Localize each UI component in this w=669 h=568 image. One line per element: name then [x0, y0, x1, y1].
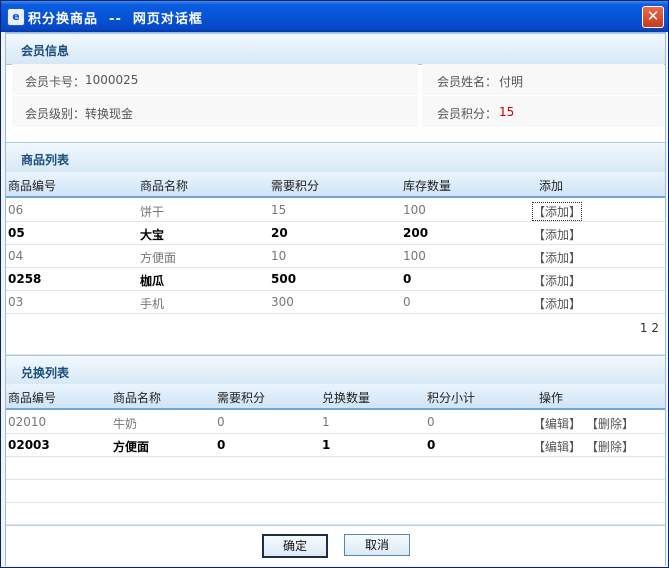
empty-row — [6, 480, 665, 503]
close-icon: ✕ — [646, 7, 660, 25]
col-code: 商品编号 — [8, 391, 57, 405]
ok-button[interactable]: 确定 — [262, 534, 328, 558]
col-add: 添加 — [539, 179, 564, 193]
col-points: 需要积分 — [217, 391, 266, 405]
add-link[interactable]: 【添加】 — [533, 226, 581, 243]
col-subtotal: 积分小计 — [427, 391, 476, 405]
table-row: 04 方便面 10 100 【添加】 — [6, 245, 665, 268]
edit-link[interactable]: 【编辑】 — [533, 438, 581, 455]
add-link[interactable]: 【添加】 — [533, 272, 581, 289]
name-label: 会员姓名： — [437, 75, 498, 89]
delete-link[interactable]: 【删除】 — [586, 438, 634, 455]
exchange-list-title: 兑换列表 — [21, 366, 70, 380]
member-info-title: 会员信息 — [21, 44, 70, 58]
add-link[interactable]: 【添加】 — [533, 295, 581, 312]
dialog-body: 会员信息 会员卡号： 1000025 会员姓名： 付明 会员级别： 转换现金 会… — [5, 32, 666, 566]
points-label: 会员积分： — [437, 107, 498, 121]
pagination: 1 2 — [640, 321, 659, 335]
product-list-header: 商品列表 — [6, 142, 665, 174]
table-row: 02010 牛奶 0 1 0 【编辑】 【删除】 — [6, 411, 665, 434]
col-points: 需要积分 — [271, 179, 320, 193]
product-list-title: 商品列表 — [21, 153, 70, 167]
level-label: 会员级别： — [25, 107, 86, 121]
col-actions: 操作 — [539, 391, 564, 405]
table-row: 0258 枷瓜 500 0 【添加】 — [6, 268, 665, 291]
empty-row — [6, 503, 665, 525]
add-link[interactable]: 【添加】 — [531, 202, 583, 221]
delete-link[interactable]: 【删除】 — [586, 415, 634, 432]
card-label: 会员卡号： — [25, 75, 86, 89]
cancel-button[interactable]: 取消 — [344, 534, 410, 556]
level-value: 转换现金 — [85, 107, 134, 121]
table-row: 06 饼干 15 100 【添加】 — [6, 199, 665, 222]
button-bar: 确定 取消 — [6, 525, 665, 566]
exchange-list-header: 兑换列表 — [6, 355, 665, 387]
window-title: 积分换商品 -- 网页对话框 — [28, 12, 203, 27]
table-row: 05 大宝 20 200 【添加】 — [6, 222, 665, 245]
col-qty: 兑换数量 — [322, 391, 371, 405]
page-2-link[interactable]: 2 — [651, 321, 659, 335]
card-value: 1000025 — [85, 73, 139, 87]
name-value: 付明 — [499, 75, 524, 89]
close-button[interactable]: ✕ — [642, 6, 664, 28]
member-row-2: 会员级别： 转换现金 会员积分： 15 — [6, 96, 665, 127]
edit-link[interactable]: 【编辑】 — [533, 415, 581, 432]
col-stock: 库存数量 — [403, 179, 452, 193]
points-value: 15 — [499, 105, 515, 119]
dialog-window: e 积分换商品 -- 网页对话框 ✕ 会员信息 会员卡号： 1000025 会员… — [0, 0, 669, 568]
table-row: 02003 方便面 0 1 0 【编辑】 【删除】 — [6, 434, 665, 457]
exchange-table-header: 商品编号 商品名称 需要积分 兑换数量 积分小计 操作 — [6, 384, 665, 410]
title-bar[interactable]: e 积分换商品 -- 网页对话框 ✕ — [1, 1, 668, 32]
empty-row — [6, 457, 665, 480]
col-name: 商品名称 — [113, 391, 162, 405]
col-code: 商品编号 — [8, 179, 57, 193]
ie-page-icon: e — [7, 8, 25, 26]
product-table-header: 商品编号 商品名称 需要积分 库存数量 添加 — [6, 172, 665, 198]
add-link[interactable]: 【添加】 — [533, 249, 581, 266]
member-info-header: 会员信息 — [6, 33, 665, 65]
col-name: 商品名称 — [140, 179, 189, 193]
member-row-1: 会员卡号： 1000025 会员姓名： 付明 — [6, 64, 665, 95]
table-row: 03 手机 300 0 【添加】 — [6, 291, 665, 314]
page-1-link[interactable]: 1 — [640, 321, 648, 335]
